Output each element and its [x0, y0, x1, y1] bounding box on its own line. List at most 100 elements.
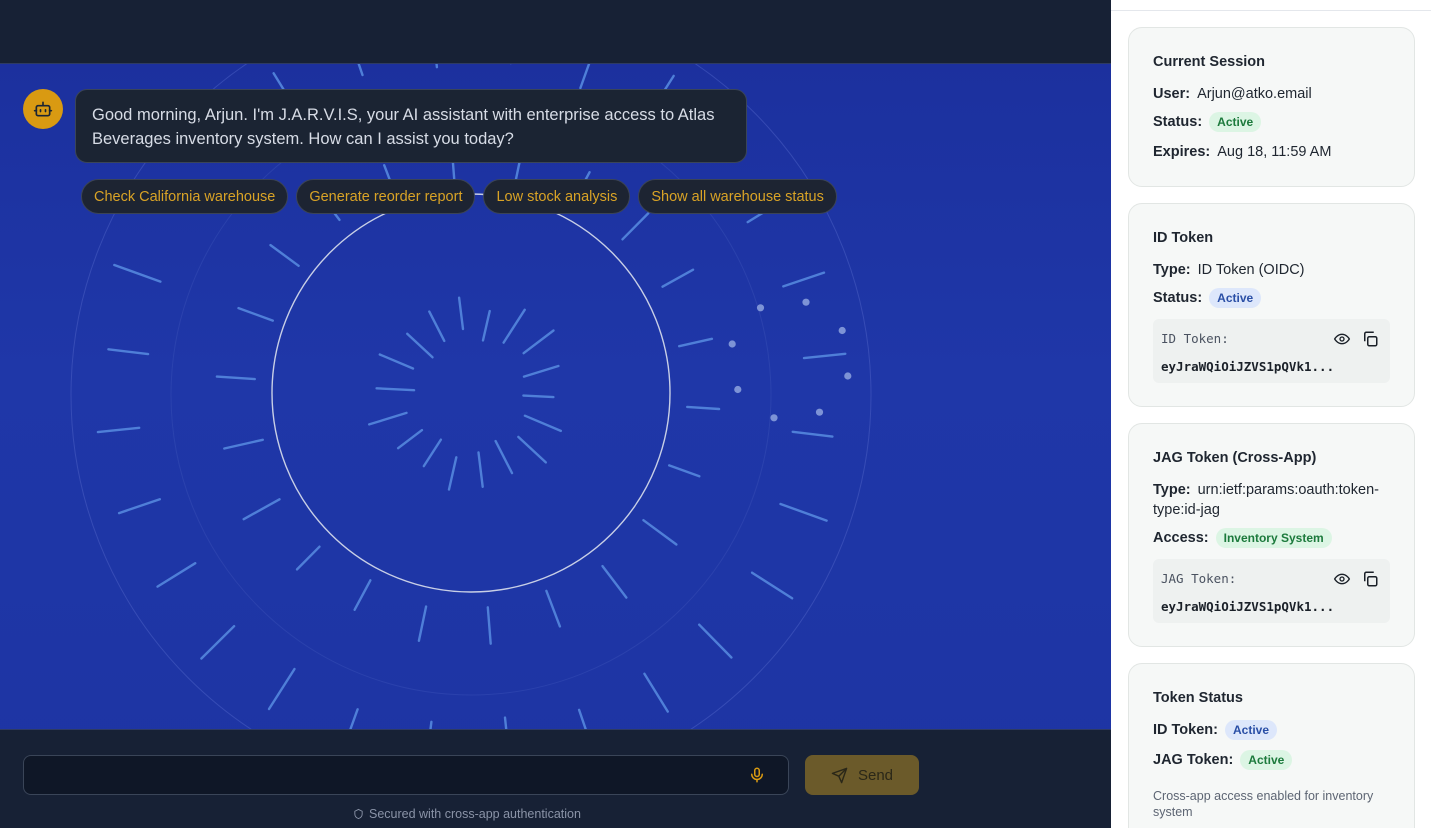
chat-area: Good morning, Arjun. I'm J.A.R.V.I.S, yo… [0, 0, 1111, 828]
visualizer-tick [349, 708, 359, 729]
auth-side-panel: Current Session User: Arjun@atko.email S… [1111, 0, 1436, 828]
visualizer-tick [269, 243, 300, 267]
composer-bar: Send Secured with cross-app authenticati… [0, 729, 1111, 828]
visualizer-tick [375, 387, 416, 392]
jag-token-type-value-cont: type:id-jag [1153, 502, 1220, 518]
paper-plane-icon [831, 767, 848, 783]
id-token-status-badge: Active [1209, 288, 1262, 308]
visualizer-tick [353, 579, 372, 611]
jag-token-access-label: Access: [1153, 530, 1209, 546]
id-token-title: ID Token [1153, 230, 1214, 246]
jag-token-type-row: Type: urn:ietf:params:oauth:token- [1153, 482, 1379, 498]
token-status-title: Token Status [1153, 690, 1243, 706]
session-expires-value: Aug 18, 11:59 AM [1217, 144, 1332, 160]
visualizer-tick [802, 352, 847, 360]
visualizer-tick [779, 502, 828, 522]
visualizer-tick [429, 720, 433, 729]
id-token-card: ID Token Type: ID Token (OIDC) Status: A… [1128, 203, 1415, 407]
visualizer-tick [579, 64, 591, 90]
suggestion-reorder-report[interactable]: Generate reorder report [296, 179, 476, 214]
jag-token-card: JAG Token (Cross-App) Type: urn:ietf:par… [1128, 423, 1415, 647]
session-expires-label: Expires: [1153, 144, 1211, 160]
visualizer-tick [782, 271, 826, 288]
suggestion-low-stock[interactable]: Low stock analysis [483, 179, 631, 214]
visualizer-tick [481, 309, 491, 342]
token-status-card: Token Status ID Token: Active JAG Token:… [1128, 663, 1415, 828]
visualizer-tick [668, 464, 701, 478]
visualizer-tick [428, 310, 446, 343]
visualizer-tick [117, 498, 162, 515]
visualizer-tick [368, 411, 408, 426]
session-card: Current Session User: Arjun@atko.email S… [1128, 27, 1415, 187]
visualizer-dot [728, 340, 736, 348]
visualizer-tick [447, 456, 458, 491]
token-status-jag-label: JAG Token: [1153, 752, 1234, 768]
token-status-id-label: ID Token: [1153, 722, 1218, 738]
suggestion-check-california[interactable]: Check California warehouse [81, 179, 289, 214]
visualizer-tick [435, 64, 439, 69]
microphone-icon[interactable] [748, 766, 766, 784]
voice-visualizer [70, 64, 872, 729]
message-input-wrapper [23, 755, 789, 795]
jag-token-type-value: urn:ietf:params:oauth:token- [1197, 482, 1379, 498]
visualizer-tick [113, 263, 162, 283]
jag-token-title: JAG Token (Cross-App) [1153, 450, 1317, 466]
id-token-box-label: ID Token: [1161, 331, 1229, 346]
id-token-type-label: Type: [1153, 262, 1191, 278]
visualizer-tick [406, 332, 434, 359]
visualizer-tick [522, 364, 560, 378]
shield-icon [354, 808, 363, 820]
session-user-row: User: Arjun@atko.email [1153, 86, 1312, 102]
visualizer-tick [698, 623, 733, 659]
visualizer-dot [734, 385, 742, 394]
visualizer-tick [502, 308, 526, 344]
jag-token-box-label: JAG Token: [1161, 571, 1237, 586]
visualizer-tick [643, 672, 669, 713]
panel-divider [1111, 10, 1431, 11]
copy-icon[interactable] [1361, 570, 1379, 588]
token-status-id-row: ID Token: Active [1153, 720, 1278, 740]
eye-icon[interactable] [1333, 571, 1351, 587]
visualizer-tick [750, 571, 794, 600]
assistant-avatar [23, 89, 63, 129]
visualizer-tick [477, 451, 484, 488]
visualizer-tick [642, 519, 678, 546]
visualizer-tick [107, 348, 150, 356]
session-user-label: User: [1153, 86, 1191, 102]
copy-icon[interactable] [1361, 330, 1379, 348]
visualizer-tick [486, 606, 492, 645]
id-token-type-value: ID Token (OIDC) [1197, 262, 1305, 278]
id-token-status-label: Status: [1153, 290, 1203, 306]
assistant-message: Good morning, Arjun. I'm J.A.R.V.I.S, yo… [75, 89, 747, 163]
jag-token-access-row: Access: Inventory System [1153, 528, 1332, 548]
jag-token-access-badge: Inventory System [1215, 528, 1332, 548]
visualizer-tick [621, 212, 650, 241]
send-button[interactable]: Send [805, 755, 919, 795]
jag-token-box-value: eyJraWQiOiJZVS1pQVk1... [1161, 599, 1335, 614]
visualizer-tick [522, 329, 555, 355]
visualizer-tick [503, 716, 508, 729]
jag-token-type-label: Type: [1153, 482, 1191, 498]
visualizer-tick [96, 426, 141, 434]
visualizer-dot [802, 298, 810, 306]
visualizer-tick [223, 438, 264, 450]
message-input[interactable] [24, 756, 724, 794]
session-status-label: Status: [1153, 114, 1203, 130]
security-note: Secured with cross-app authentication [353, 807, 581, 821]
visualizer-tick [791, 430, 834, 438]
session-status-row: Status: Active [1153, 112, 1262, 132]
visualizer-tick [686, 405, 721, 411]
visualizer-tick [494, 439, 514, 475]
token-status-note: Cross-app access enabled for inventory s… [1153, 789, 1374, 819]
visualizer-tick [200, 625, 236, 660]
suggestion-warehouse-status[interactable]: Show all warehouse status [638, 179, 837, 214]
visualizer-dot [770, 414, 778, 422]
token-status-id-badge: Active [1224, 720, 1278, 740]
eye-icon[interactable] [1333, 331, 1351, 347]
visualizer-tick [678, 337, 714, 348]
id-token-box-value: eyJraWQiOiJZVS1pQVk1... [1161, 359, 1335, 374]
visualizer-tick [295, 545, 321, 571]
visualizer-tick [523, 414, 562, 433]
visualizer-tick [396, 428, 424, 450]
id-token-type-row: Type: ID Token (OIDC) [1153, 262, 1305, 278]
